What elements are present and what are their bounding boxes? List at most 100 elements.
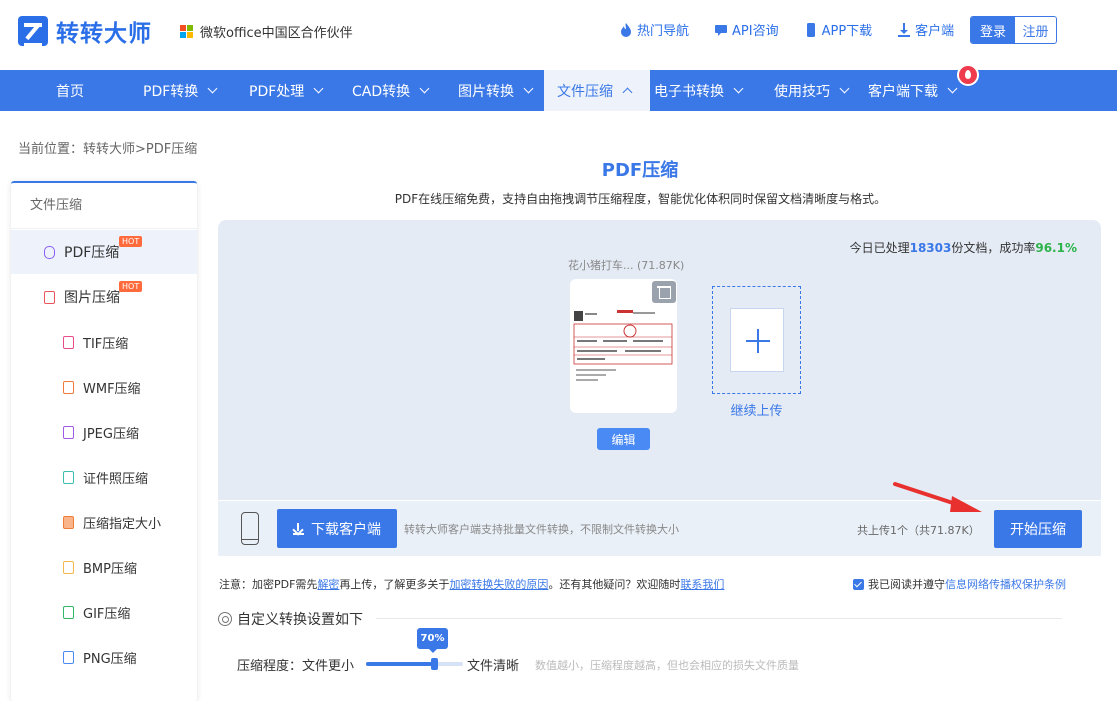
png-file-icon (63, 650, 74, 664)
download-client-button[interactable]: 下载客户端 (277, 509, 397, 548)
hot-badge: HOT (119, 236, 143, 247)
agree-checkbox[interactable] (853, 578, 864, 590)
client-link[interactable]: 客户端 (898, 20, 954, 39)
settings-heading: 自定义转换设置如下 (218, 609, 363, 629)
file-card (570, 279, 677, 413)
chevron-down-icon (419, 83, 430, 94)
sidebar-item-jpeg[interactable]: JPEG压缩 (11, 410, 197, 454)
regulation-link[interactable]: 信息网络传播权保护条例 (945, 576, 1066, 592)
clearer-file-label: 文件清晰 (467, 659, 520, 674)
nav-label: 电子书转换 (654, 83, 724, 100)
nav-label: CAD转换 (352, 83, 411, 100)
edit-button[interactable]: 编辑 (597, 428, 650, 450)
tif-file-icon (63, 335, 74, 349)
api-label: API咨询 (732, 24, 779, 39)
sidebar-item-label: TIF压缩 (83, 336, 129, 352)
image-file-icon (44, 290, 55, 304)
level-label-text: 压缩程度： (237, 659, 303, 674)
partner-text: 微软office中国区合作伙伴 (200, 26, 353, 41)
hot-badge: HOT (119, 281, 143, 292)
sidebar-item-tif[interactable]: TIF压缩 (11, 320, 197, 364)
sidebar-item-id-photo[interactable]: 证件照压缩 (11, 455, 197, 499)
mobile-phone-icon (241, 512, 259, 545)
nav-tips[interactable]: 使用技巧 (774, 70, 850, 111)
sidebar-item-label: JPEG压缩 (83, 426, 139, 442)
brand-name: 转转大师 (56, 21, 152, 47)
page-title: PDF压缩 (601, 160, 679, 181)
nav-file-compress[interactable]: 文件压缩 (544, 70, 650, 111)
sidebar-item-target-size[interactable]: 压缩指定大小 (11, 500, 197, 544)
sidebar-item-png[interactable]: PNG压缩 (11, 635, 197, 679)
nav-image-convert[interactable]: 图片转换 (458, 70, 534, 111)
download-arrow-icon (293, 522, 304, 535)
sidebar-item-pdf-compress[interactable]: PDF压缩 HOT (11, 230, 197, 274)
api-link[interactable]: API咨询 (715, 20, 779, 39)
contact-us-link[interactable]: 联系我们 (680, 578, 724, 591)
nav-client-download[interactable]: 客户端下载 (868, 70, 958, 111)
download-client-label: 下载客户端 (311, 521, 381, 538)
stats-prefix: 今日已处理 (849, 241, 910, 255)
nav-cad-convert[interactable]: CAD转换 (352, 70, 430, 111)
delete-file-button[interactable] (652, 281, 676, 303)
slider-handle[interactable] (430, 658, 438, 670)
breadcrumb: 当前位置：转转大师>PDF压缩 (18, 142, 198, 157)
register-button[interactable]: 注册 (1015, 17, 1056, 43)
app-download-link[interactable]: APP下载 (805, 20, 872, 39)
compress-level-slider[interactable] (366, 658, 463, 670)
sidebar-heading: 文件压缩 (11, 183, 197, 229)
add-file-button[interactable] (712, 286, 801, 394)
chat-icon (715, 24, 728, 36)
failure-reason-link[interactable]: 加密转换失败的原因 (449, 578, 548, 591)
agree-text: 我已阅读并遵守 (868, 578, 945, 591)
chevron-down-icon (207, 83, 218, 94)
sidebar-item-wmf[interactable]: WMF压缩 (11, 365, 197, 409)
logo-z-icon (18, 16, 48, 47)
page-subtitle: PDF在线压缩免费，支持自由拖拽调节压缩程度，智能优化体积同时保留文档清晰度与格… (394, 192, 887, 206)
nav-ebook-convert[interactable]: 电子书转换 (654, 70, 744, 111)
sidebar-item-label: 证件照压缩 (83, 471, 149, 487)
target-size-file-icon (63, 515, 74, 529)
download-icon (898, 22, 911, 37)
start-compress-button[interactable]: 开始压缩 (994, 510, 1082, 548)
agreement: 我已阅读并遵守 信息网络传播权保护条例 (853, 576, 1066, 592)
sidebar: 文件压缩 PDF压缩 HOT 图片压缩 HOT TIF压缩 WMF压缩 JPEG… (11, 181, 197, 701)
notice-part: 再上传，了解更多关于 (339, 578, 450, 591)
upload-count: 共上传1个（共71.87K） (857, 524, 980, 537)
login-button[interactable]: 登录 (971, 17, 1015, 43)
sidebar-item-bmp[interactable]: BMP压缩 (11, 545, 197, 589)
client-note: 转转大师客户端支持批量文件转换，不限制文件转换大小 (404, 523, 679, 536)
sidebar-item-image-compress[interactable]: 图片压缩 HOT (11, 275, 197, 319)
file-name: 花小猪打车... (71.87K) (568, 259, 685, 272)
hot-nav-label: 热门导航 (637, 24, 690, 39)
notice-text: 注意：加密PDF需先解密再上传，了解更多关于加密转换失败的原因。还有其他疑问？欢… (219, 576, 724, 592)
nav-pdf-process[interactable]: PDF处理 (249, 70, 324, 111)
nav-pdf-convert[interactable]: PDF转换 (143, 70, 218, 111)
upload-area[interactable]: 今日已处理18303份文档，成功率96.1% 花小猪打车... (71.87K) (218, 220, 1101, 500)
compress-level-label: 压缩程度：文件更小 (237, 655, 354, 674)
hot-nav-link[interactable]: 热门导航 (620, 20, 689, 39)
main-nav: 首页 PDF转换 PDF处理 CAD转换 图片转换 文件压缩 电子书转换 使用技… (0, 70, 1117, 111)
bmp-file-icon (63, 560, 74, 574)
nav-label: 使用技巧 (774, 83, 830, 100)
sidebar-item-label: BMP压缩 (83, 561, 137, 577)
continue-upload-link[interactable]: 继续上传 (712, 400, 801, 419)
sidebar-item-label: PNG压缩 (83, 651, 137, 667)
sidebar-item-label: PDF压缩 (64, 245, 120, 261)
slider-fill (366, 662, 434, 666)
nav-label: PDF转换 (143, 83, 199, 100)
id-photo-file-icon (63, 470, 74, 484)
wmf-file-icon (63, 380, 74, 394)
hot-flame-badge-icon (957, 64, 979, 86)
stats-mid: 份文档，成功率 (951, 241, 1036, 255)
brand-logo[interactable]: 转转大师 (18, 14, 152, 48)
sidebar-item-label: 压缩指定大小 (83, 516, 162, 532)
top-header: 转转大师 微软office中国区合作伙伴 热门导航 API咨询 APP下载 客户… (0, 0, 1117, 70)
sidebar-item-label: 图片压缩 (64, 290, 120, 306)
decrypt-link[interactable]: 解密 (317, 578, 339, 591)
stats-count: 18303 (909, 241, 952, 255)
sidebar-item-gif[interactable]: GIF压缩 (11, 590, 197, 634)
jpeg-file-icon (63, 425, 74, 439)
nav-home[interactable]: 首页 (56, 70, 84, 111)
notice-part: 注意：加密PDF需先 (219, 578, 318, 591)
notice-part: 。还有其他疑问？欢迎随时 (548, 578, 681, 591)
